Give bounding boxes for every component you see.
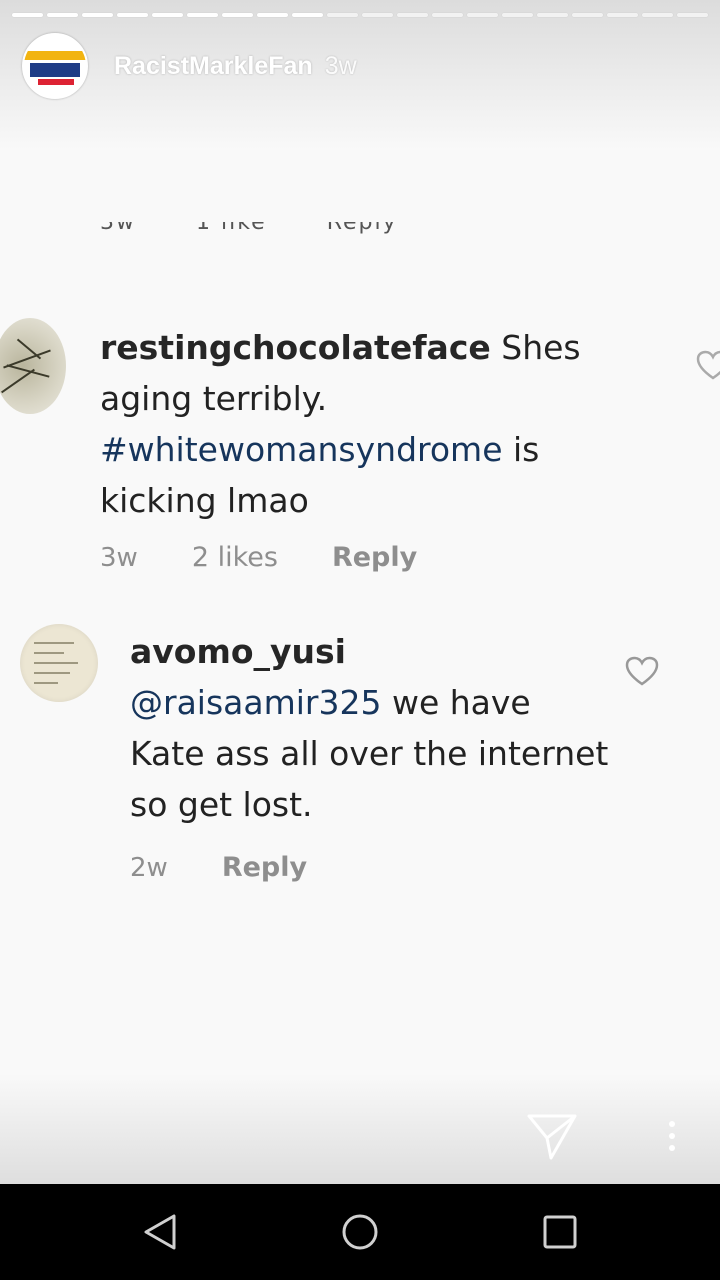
progress-segment bbox=[677, 13, 708, 17]
send-paper-plane-icon[interactable] bbox=[525, 1110, 579, 1164]
progress-segment bbox=[292, 13, 323, 17]
comment-body: avomo_yusi @raisaamir325 we have Kate as… bbox=[130, 626, 610, 830]
progress-segment bbox=[467, 13, 498, 17]
comment-time: 2w bbox=[130, 852, 168, 883]
comment-hashtag[interactable]: #whitewomansyndrome bbox=[100, 430, 503, 469]
heart-outline-icon[interactable] bbox=[696, 350, 720, 380]
progress-segment bbox=[152, 13, 183, 17]
more-vertical-icon[interactable] bbox=[660, 1118, 684, 1158]
comment-mention[interactable]: @raisaamir325 bbox=[130, 683, 381, 722]
comment-meta: 3w 2 likes Reply bbox=[100, 542, 417, 573]
heart-outline-icon[interactable] bbox=[625, 656, 659, 686]
recent-apps-square-icon[interactable] bbox=[542, 1214, 578, 1250]
progress-segment bbox=[362, 13, 393, 17]
home-circle-icon[interactable] bbox=[340, 1212, 380, 1252]
progress-segment bbox=[432, 13, 463, 17]
comment-meta: 2w Reply bbox=[130, 852, 307, 883]
progress-segment bbox=[537, 13, 568, 17]
progress-segment bbox=[82, 13, 113, 17]
progress-segment bbox=[187, 13, 218, 17]
progress-segment bbox=[12, 13, 43, 17]
bottom-gradient bbox=[0, 1074, 720, 1184]
story-header: RacistMarkleFan 3w bbox=[22, 33, 357, 99]
comment-time: 3w bbox=[100, 542, 138, 573]
progress-segment bbox=[397, 13, 428, 17]
comment-username[interactable]: restingchocolateface bbox=[100, 328, 491, 367]
commenter-avatar[interactable] bbox=[0, 318, 66, 414]
progress-segment bbox=[502, 13, 533, 17]
progress-segment bbox=[572, 13, 603, 17]
story-progress-bar bbox=[12, 13, 708, 17]
comment-likes[interactable]: 2 likes bbox=[192, 542, 278, 573]
progress-segment bbox=[607, 13, 638, 17]
progress-segment bbox=[257, 13, 288, 17]
story-username[interactable]: RacistMarkleFan bbox=[114, 52, 313, 81]
progress-segment bbox=[47, 13, 78, 17]
reply-button[interactable]: Reply bbox=[222, 852, 307, 883]
story-screen: RacistMarkleFan 3w 3w 1 like Reply resting… bbox=[0, 0, 720, 1184]
progress-segment bbox=[222, 13, 253, 17]
back-triangle-icon[interactable] bbox=[140, 1212, 180, 1252]
progress-segment bbox=[117, 13, 148, 17]
progress-segment bbox=[642, 13, 673, 17]
comment-username[interactable]: avomo_yusi bbox=[130, 632, 346, 671]
story-avatar[interactable] bbox=[22, 33, 88, 99]
progress-segment bbox=[327, 13, 358, 17]
reply-button[interactable]: Reply bbox=[332, 542, 417, 573]
cutoff-previous-comment-meta: 3w 1 like Reply bbox=[100, 222, 398, 235]
comment-body: restingchocolateface Shes aging terribly… bbox=[100, 322, 620, 526]
commenter-avatar[interactable] bbox=[20, 624, 98, 702]
story-timestamp: 3w bbox=[324, 51, 357, 80]
